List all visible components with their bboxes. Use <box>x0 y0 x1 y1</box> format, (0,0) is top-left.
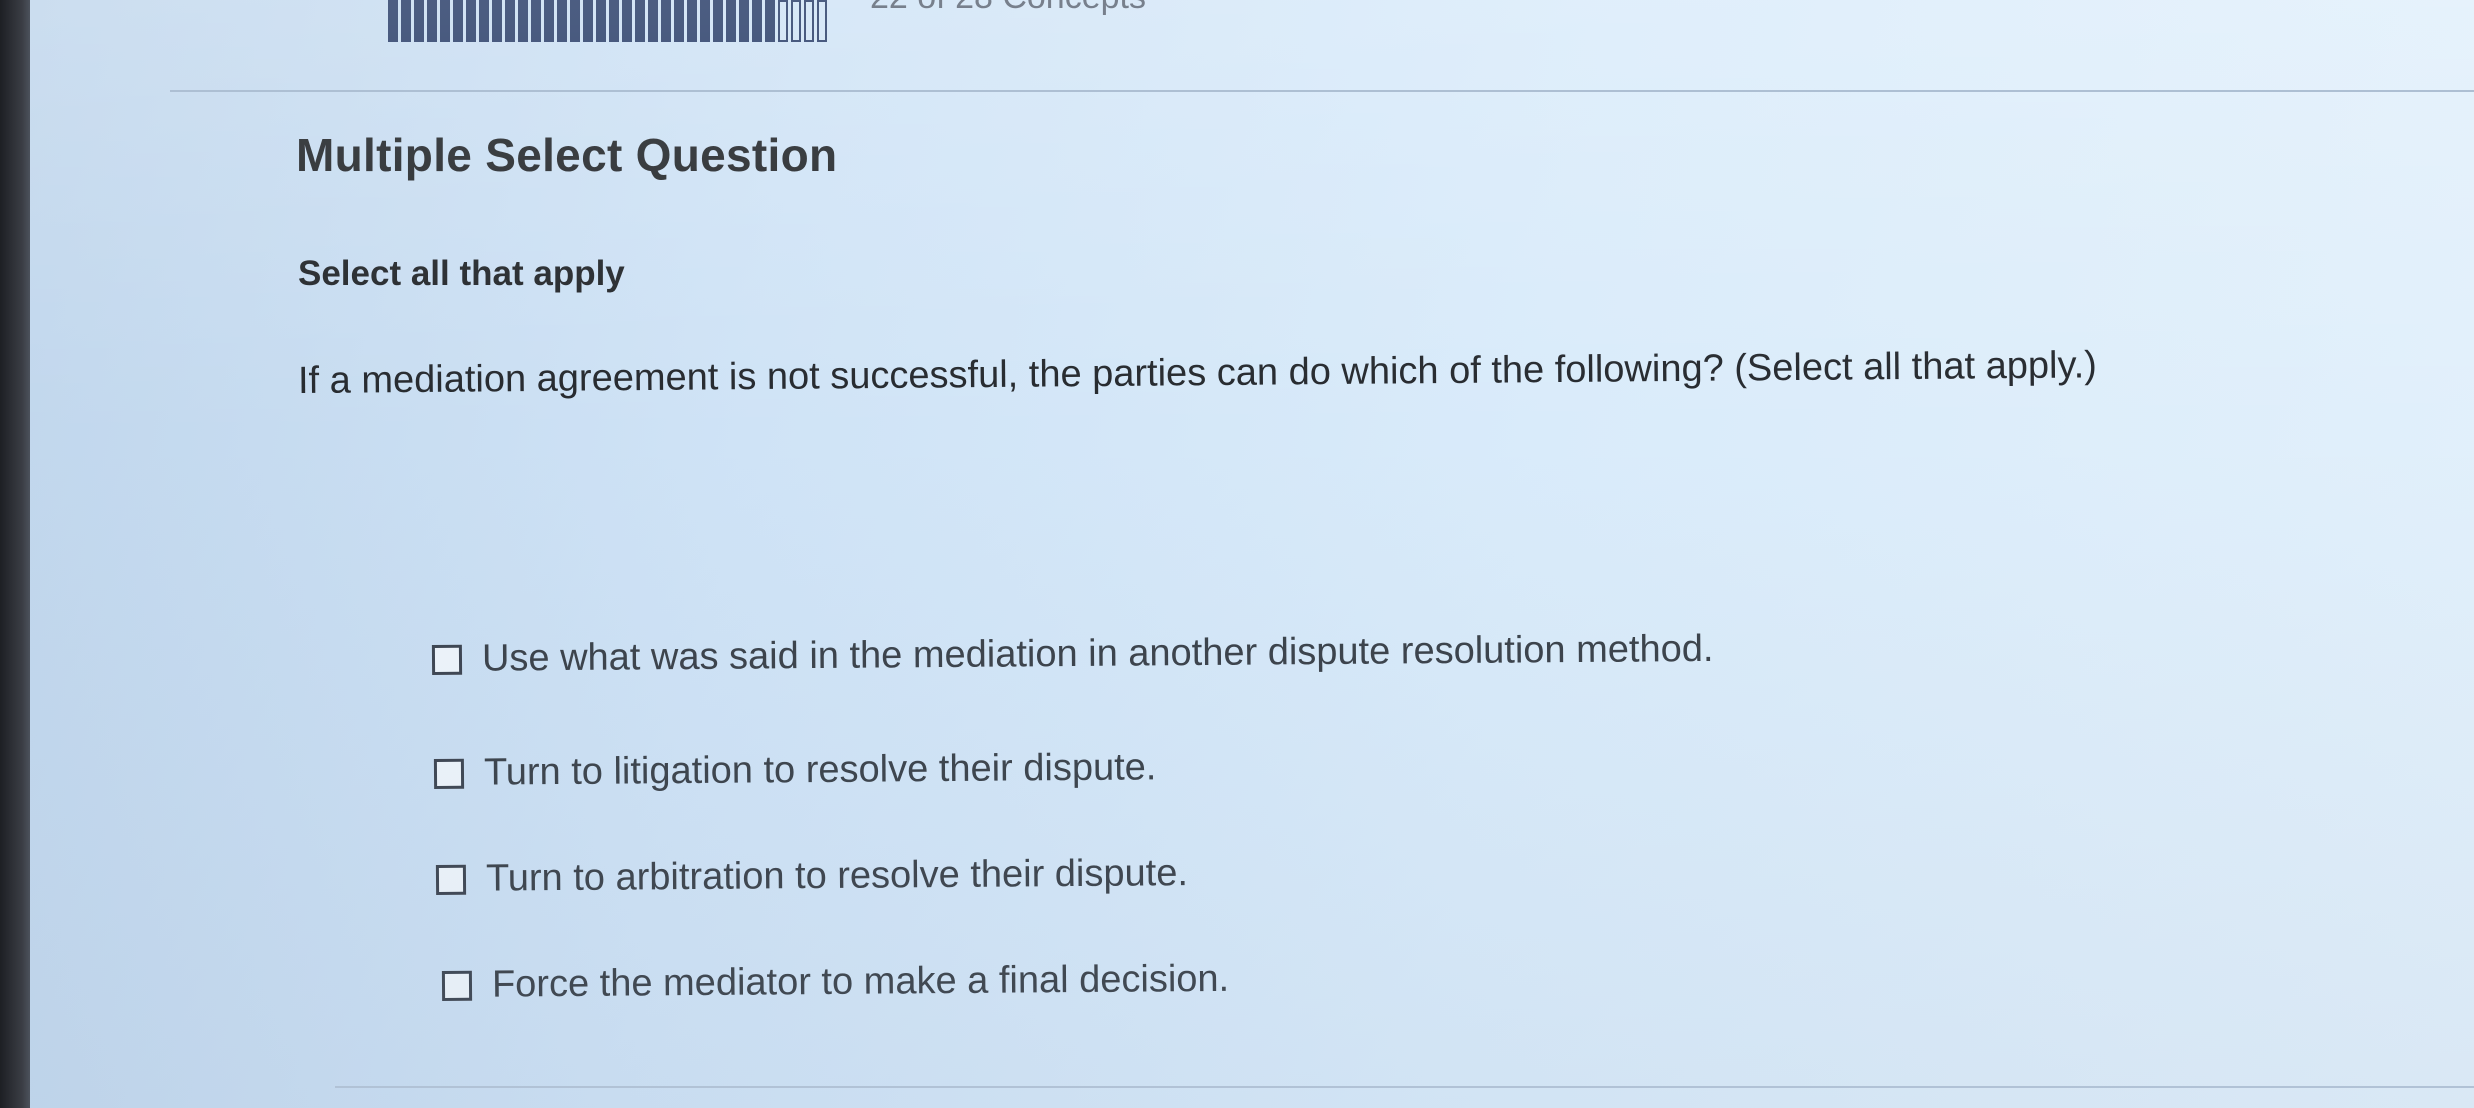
progress-tick <box>635 0 645 42</box>
progress-tick <box>752 0 762 42</box>
progress-tick <box>414 0 424 42</box>
question-prompt: If a mediation agreement is not successf… <box>297 344 2098 402</box>
progress-tick <box>739 0 749 42</box>
progress-tick <box>453 0 463 42</box>
progress-tick <box>479 0 489 42</box>
progress-tick <box>505 0 515 42</box>
progress-tick <box>817 0 827 42</box>
progress-tick <box>765 0 775 42</box>
answer-option-label: Turn to arbitration to resolve their dis… <box>485 852 1189 900</box>
screen: 22 of 28 Concepts Multiple Select Questi… <box>30 0 2474 1108</box>
answer-option[interactable]: Force the mediator to make a final decis… <box>441 957 1230 1007</box>
progress-tick <box>609 0 619 42</box>
question-instruction: Select all that apply <box>298 254 625 293</box>
question-card: Multiple Select Question Select all that… <box>170 92 2474 1108</box>
progress-tick <box>804 0 814 42</box>
progress-tick <box>518 0 528 42</box>
progress-tick <box>440 0 450 42</box>
progress-tick <box>492 0 502 42</box>
top-header: 22 of 28 Concepts <box>170 0 2474 92</box>
answer-option-label: Turn to litigation to resolve their disp… <box>483 746 1157 794</box>
question-type-heading: Multiple Select Question <box>296 129 838 181</box>
progress-tick <box>570 0 580 42</box>
checkbox[interactable] <box>441 970 473 1001</box>
progress-tick <box>557 0 567 42</box>
progress-tick <box>778 0 788 42</box>
progress-tick <box>661 0 671 42</box>
answer-option[interactable]: Turn to arbitration to resolve their dis… <box>435 852 1189 901</box>
checkbox[interactable] <box>431 644 463 675</box>
progress-tick <box>700 0 710 42</box>
progress-tick <box>544 0 554 42</box>
progress-tick <box>674 0 684 42</box>
progress-tick <box>726 0 736 42</box>
progress-tick <box>687 0 697 42</box>
progress-tick <box>791 0 801 42</box>
progress-tick <box>466 0 476 42</box>
progress-tick <box>531 0 541 42</box>
progress-tick <box>427 0 437 42</box>
checkbox[interactable] <box>433 758 465 789</box>
progress-tick <box>596 0 606 42</box>
progress-tick <box>648 0 658 42</box>
progress-tick <box>713 0 723 42</box>
progress-tick <box>388 0 398 42</box>
divider <box>335 1086 2474 1088</box>
progress-tick <box>622 0 632 42</box>
progress-tick <box>401 0 411 42</box>
answer-option-label: Use what was said in the mediation in an… <box>481 627 1714 680</box>
answer-option-label: Force the mediator to make a final decis… <box>491 957 1230 1006</box>
progress-tick <box>583 0 593 42</box>
answer-option[interactable]: Turn to litigation to resolve their disp… <box>433 746 1157 795</box>
progress-indicator <box>388 0 848 42</box>
checkbox[interactable] <box>435 864 467 895</box>
answer-option[interactable]: Use what was said in the mediation in an… <box>431 627 1714 681</box>
concept-counter: 22 of 28 Concepts <box>870 0 1146 17</box>
